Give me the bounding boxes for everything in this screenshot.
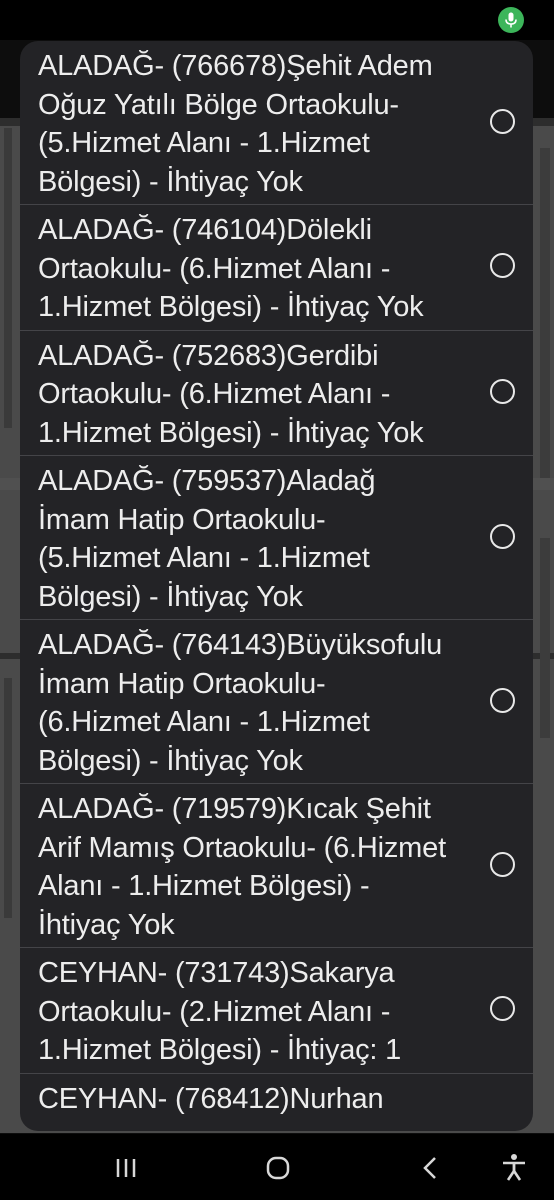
option-label: CEYHAN- (731743)Sakarya Ortaokulu- (2.Hi… xyxy=(38,957,402,1066)
option-item[interactable]: ALADAĞ- (759537)Aladağ İmam Hatip Ortaok… xyxy=(20,456,533,620)
radio-button[interactable] xyxy=(490,253,515,279)
home-icon[interactable] xyxy=(258,1148,298,1188)
accessibility-icon[interactable] xyxy=(494,1148,534,1188)
back-icon[interactable] xyxy=(410,1148,450,1188)
option-item[interactable]: ALADAĞ- (746104)Dölekli Ortaokulu- (6.Hi… xyxy=(20,205,533,331)
status-bar xyxy=(0,0,554,40)
screen: ALADAĞ- (766678)Şehit Adem Oğuz Yatılı B… xyxy=(0,0,554,1200)
option-label: ALADAĞ- (766678)Şehit Adem Oğuz Yatılı B… xyxy=(38,50,433,198)
option-label: CEYHAN- (768412)Nurhan xyxy=(38,1082,384,1115)
recent-apps-icon[interactable] xyxy=(106,1148,146,1188)
radio-button[interactable] xyxy=(490,523,515,549)
radio-button[interactable] xyxy=(490,851,515,877)
option-label: ALADAĞ- (746104)Dölekli Ortaokulu- (6.Hi… xyxy=(38,214,424,323)
option-label: ALADAĞ- (759537)Aladağ İmam Hatip Ortaok… xyxy=(38,465,376,613)
radio-button[interactable] xyxy=(490,687,515,713)
navigation-bar xyxy=(0,1134,554,1200)
option-item[interactable]: ALADAĞ- (719579)Kıcak Şehit Arif Mamış O… xyxy=(20,784,533,948)
radio-button[interactable] xyxy=(490,378,515,404)
option-item[interactable]: ALADAĞ- (766678)Şehit Adem Oğuz Yatılı B… xyxy=(20,41,533,205)
option-label: ALADAĞ- (719579)Kıcak Şehit Arif Mamış O… xyxy=(38,793,446,941)
option-label: ALADAĞ- (764143)Büyüksofulu İmam Hatip O… xyxy=(38,629,443,777)
radio-button[interactable] xyxy=(490,108,515,134)
option-item[interactable]: CEYHAN- (731743)Sakarya Ortaokulu- (2.Hi… xyxy=(20,948,533,1074)
option-item[interactable]: ALADAĞ- (764143)Büyüksofulu İmam Hatip O… xyxy=(20,620,533,784)
radio-button[interactable] xyxy=(490,996,515,1022)
option-item[interactable]: CEYHAN- (768412)Nurhan xyxy=(20,1074,533,1132)
option-label: ALADAĞ- (752683)Gerdibi Ortaokulu- (6.Hi… xyxy=(38,339,424,449)
option-item[interactable]: ALADAĞ- (752683)Gerdibi Ortaokulu- (6.Hi… xyxy=(20,331,533,456)
school-select-dialog: ALADAĞ- (766678)Şehit Adem Oğuz Yatılı B… xyxy=(20,41,533,1131)
microphone-icon xyxy=(498,7,524,33)
